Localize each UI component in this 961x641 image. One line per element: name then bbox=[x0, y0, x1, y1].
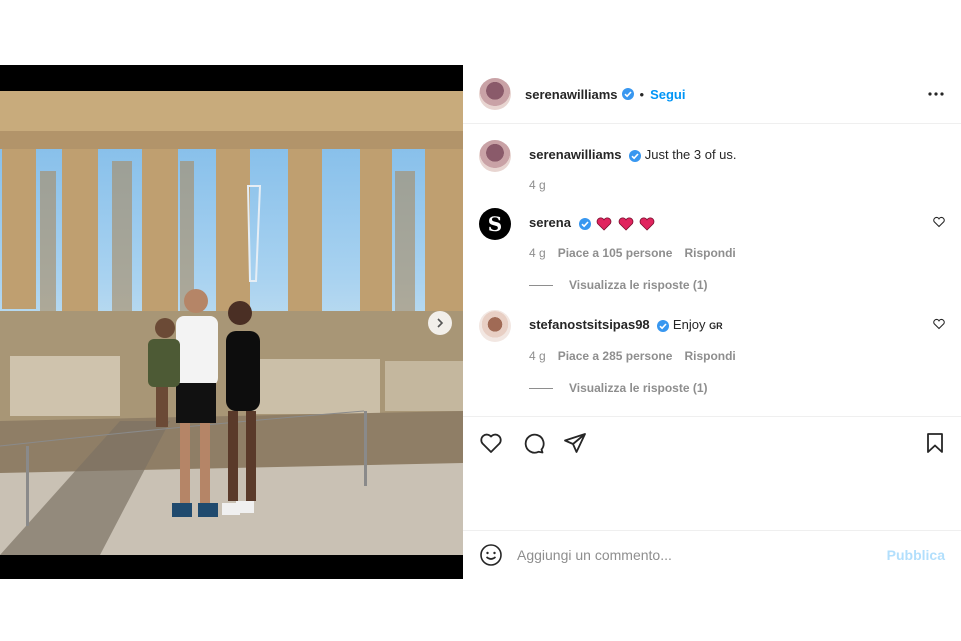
comment-time: 4 g bbox=[529, 349, 546, 363]
share-icon[interactable] bbox=[563, 431, 587, 455]
verified-badge-icon bbox=[578, 217, 591, 230]
caption-meta: 4 g bbox=[529, 178, 737, 192]
caption-username[interactable]: serenawilliams bbox=[529, 147, 622, 162]
comment-avatar[interactable] bbox=[479, 310, 511, 342]
verified-badge-icon bbox=[657, 319, 670, 332]
comment-text: stefanostsitsipas98 Enjoy GR bbox=[529, 316, 736, 335]
comment-likes[interactable]: Piace a 105 persone bbox=[558, 246, 673, 260]
more-options-icon[interactable] bbox=[927, 85, 945, 103]
comment-username[interactable]: stefanostsitsipas98 bbox=[529, 317, 650, 332]
comment-time: 4 g bbox=[529, 246, 546, 260]
post-header: serenawilliams • Segui bbox=[463, 65, 961, 124]
bottom-whitespace bbox=[0, 579, 961, 641]
caption-time: 4 g bbox=[529, 178, 546, 192]
caption-avatar[interactable] bbox=[479, 140, 511, 172]
comment-avatar[interactable]: S bbox=[479, 208, 511, 240]
comment-likes[interactable]: Piace a 285 persone bbox=[558, 349, 673, 363]
parthenon-photo bbox=[0, 91, 463, 555]
comment-input[interactable] bbox=[517, 547, 887, 563]
comment-row: S serena 4 g Piace a 105 persone Rispond… bbox=[479, 208, 945, 292]
reply-button[interactable]: Rispondi bbox=[684, 246, 735, 260]
top-whitespace bbox=[0, 0, 961, 65]
like-comment-icon[interactable] bbox=[933, 318, 945, 330]
comment-row: stefanostsitsipas98 Enjoy GR 4 g Piace a… bbox=[479, 310, 945, 395]
greece-flag-label: GR bbox=[709, 321, 723, 331]
replies-divider bbox=[529, 387, 553, 389]
chevron-right-icon bbox=[437, 318, 444, 328]
save-bookmark-icon[interactable] bbox=[923, 431, 947, 455]
like-icon[interactable] bbox=[479, 431, 503, 455]
replies-divider bbox=[529, 284, 553, 286]
header-separator: • bbox=[639, 86, 645, 102]
next-slide-button[interactable] bbox=[428, 311, 452, 335]
like-comment-icon[interactable] bbox=[933, 216, 945, 228]
view-replies-label: Visualizza le risposte (1) bbox=[569, 278, 708, 292]
comment-meta: 4 g Piace a 285 persone Rispondi bbox=[529, 349, 736, 363]
verified-badge-icon bbox=[621, 88, 634, 100]
emoji-icon[interactable] bbox=[479, 543, 503, 567]
comment-icon[interactable] bbox=[521, 431, 545, 455]
view-replies-button[interactable]: Visualizza le risposte (1) bbox=[529, 381, 736, 395]
comments-list: serenawilliams Just the 3 of us. 4 g S s… bbox=[463, 124, 961, 416]
caption-text: serenawilliams Just the 3 of us. bbox=[529, 146, 737, 164]
comment-body: Enjoy bbox=[672, 317, 706, 332]
heart-icon bbox=[618, 217, 634, 231]
post-photo bbox=[0, 91, 463, 555]
post-actions-bar bbox=[463, 416, 961, 531]
follow-button[interactable]: Segui bbox=[650, 87, 685, 102]
author-avatar[interactable] bbox=[479, 78, 511, 110]
caption-row: serenawilliams Just the 3 of us. 4 g bbox=[479, 140, 945, 192]
comment-meta: 4 g Piace a 105 persone Rispondi bbox=[529, 246, 736, 260]
reply-button[interactable]: Rispondi bbox=[684, 349, 735, 363]
verified-badge-icon bbox=[629, 149, 642, 162]
post-media[interactable] bbox=[0, 65, 463, 579]
view-replies-button[interactable]: Visualizza le risposte (1) bbox=[529, 278, 736, 292]
caption-body: Just the 3 of us. bbox=[644, 147, 737, 162]
comment-username[interactable]: serena bbox=[529, 215, 571, 230]
author-username[interactable]: serenawilliams bbox=[525, 87, 618, 102]
add-comment-bar: Pubblica bbox=[463, 530, 961, 579]
publish-button[interactable]: Pubblica bbox=[887, 547, 945, 563]
post-details-panel: serenawilliams • Segui serenawilliams Ju… bbox=[463, 65, 961, 579]
view-replies-label: Visualizza le risposte (1) bbox=[569, 381, 708, 395]
comment-text: serena bbox=[529, 214, 736, 232]
heart-icon bbox=[596, 217, 612, 231]
heart-icon bbox=[640, 217, 655, 231]
